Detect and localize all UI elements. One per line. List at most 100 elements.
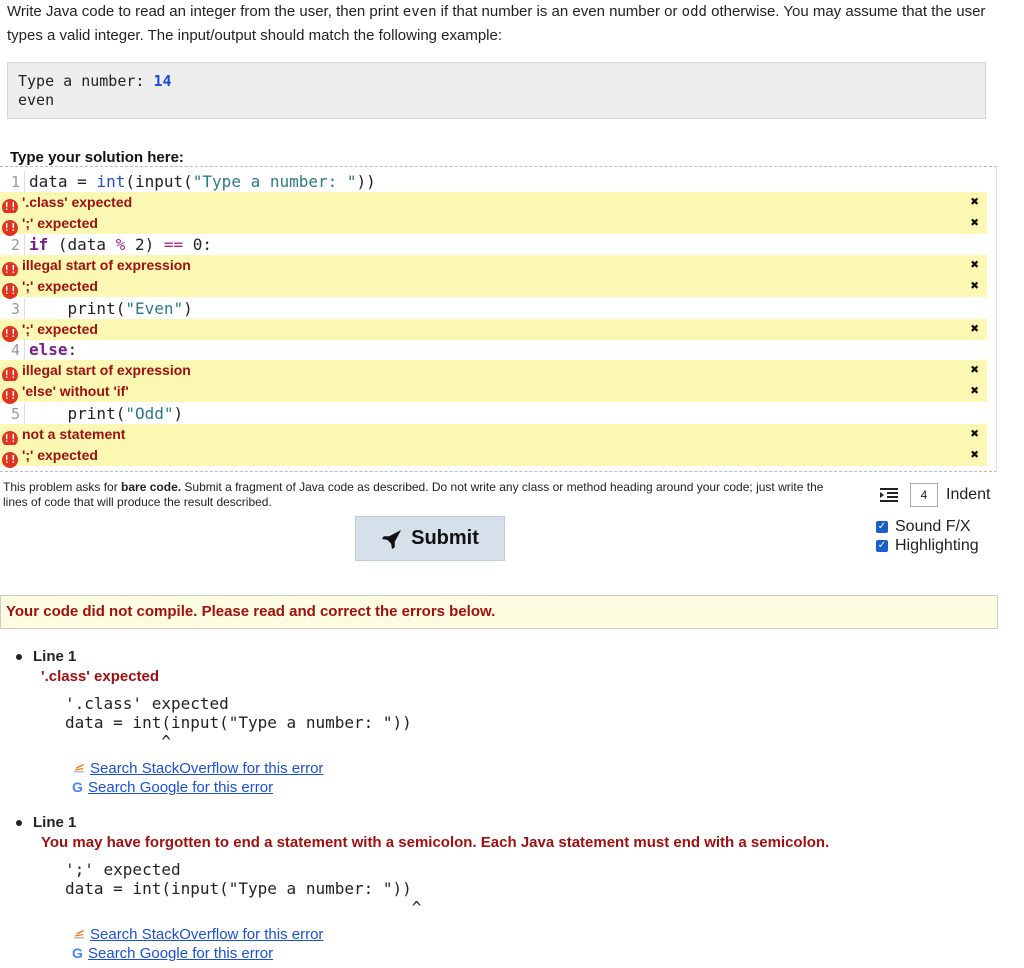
inline-error: !! ';' expected ✖ <box>0 213 987 236</box>
odd-keyword: odd <box>681 4 707 20</box>
example-prompt: Type a number: <box>18 72 154 90</box>
error-line-label: Line 1 <box>33 648 77 665</box>
example-io-box: Type a number: 14 even <box>7 62 986 119</box>
inline-error: !! illegal start of expression ✖ <box>0 360 987 383</box>
google-link-text: Search Google for this error <box>88 779 274 796</box>
code-token: 2) <box>125 235 164 254</box>
error-message: '.class' expected <box>41 668 160 685</box>
dismiss-error-icon[interactable]: ✖ <box>971 319 979 340</box>
even-keyword: even <box>402 4 437 20</box>
code-token: print( <box>29 404 126 423</box>
inline-error: !! ';' expected ✖ <box>0 445 987 468</box>
stackoverflow-icon <box>74 763 85 773</box>
rocket-icon <box>382 529 402 549</box>
dismiss-error-icon[interactable]: ✖ <box>971 192 979 213</box>
code-line[interactable]: 5 print("Odd") <box>0 403 183 425</box>
solution-label: Type your solution here: <box>10 149 184 166</box>
search-google-link[interactable]: G Search Google for this error <box>72 945 273 962</box>
bare-code-note: This problem asks for bare code. Submit … <box>3 480 843 510</box>
inline-error-text: ';' expected <box>22 447 98 463</box>
indent-icon[interactable] <box>876 484 902 506</box>
prompt-text: Write Java code to read an integer from … <box>7 3 403 20</box>
line-number: 4 <box>0 339 25 361</box>
error-icon: !! <box>2 388 18 404</box>
inline-error-text: ';' expected <box>22 215 98 231</box>
inline-error: !! not a statement ✖ <box>0 424 987 447</box>
code-token: ) <box>183 299 193 318</box>
code-line[interactable]: 4 else: <box>0 339 77 361</box>
dismiss-error-icon[interactable]: ✖ <box>971 381 979 402</box>
code-token: "Even" <box>125 299 184 318</box>
dismiss-error-icon[interactable]: ✖ <box>971 360 979 381</box>
indent-label: Indent <box>946 486 991 503</box>
code-line[interactable]: 3 print("Even") <box>0 298 193 320</box>
code-line[interactable]: 2 if (data % 2) == 0: <box>0 234 212 256</box>
error-code-snippet: '.class' expected data = int(input("Type… <box>65 694 412 751</box>
line-number: 5 <box>0 403 25 425</box>
indent-size-input[interactable]: 4 <box>910 483 938 507</box>
compile-error-banner: Your code did not compile. Please read a… <box>0 595 998 629</box>
error-icon: !! <box>2 283 18 299</box>
google-link-text: Search Google for this error <box>88 945 274 962</box>
inline-error: !! ';' expected ✖ <box>0 319 987 342</box>
error-message: You may have forgotten to end a statemen… <box>41 834 830 851</box>
inline-error-text: not a statement <box>22 426 126 442</box>
sound-fx-checkbox[interactable]: ✓ <box>876 521 888 533</box>
code-token: (data <box>48 235 116 254</box>
bullet <box>16 820 22 826</box>
inline-error-text: illegal start of expression <box>22 257 191 273</box>
code-token: : <box>67 340 78 359</box>
prompt-text: if that number is an even number or <box>436 3 682 20</box>
code-token: print( <box>29 299 126 318</box>
dismiss-error-icon[interactable]: ✖ <box>971 213 979 234</box>
code-token: data = <box>29 172 97 191</box>
code-token: int <box>96 172 126 191</box>
example-user-input: 14 <box>153 72 172 90</box>
inline-error: !!'else' without 'if' ✖ <box>0 381 987 404</box>
highlighting-option[interactable]: ✓ Highlighting <box>876 537 979 555</box>
inline-error-text: illegal start of expression <box>22 362 191 378</box>
sound-fx-label: Sound F/X <box>895 518 971 535</box>
code-token: "Odd" <box>125 404 174 423</box>
sound-fx-option[interactable]: ✓ Sound F/X <box>876 518 971 536</box>
code-token: ) <box>173 404 184 423</box>
example-output: even <box>18 91 55 109</box>
line-number: 3 <box>0 298 25 320</box>
code-token: "Type a number: " <box>192 172 357 191</box>
submit-button[interactable]: Submit <box>355 516 505 561</box>
inline-error-text: ';' expected <box>22 278 98 294</box>
error-line-label: Line 1 <box>33 814 77 831</box>
inline-error: !! '.class' expected ✖ <box>0 192 987 215</box>
code-token: if <box>29 235 49 254</box>
error-code-snippet: ';' expected data = int(input("Type a nu… <box>65 860 422 917</box>
code-token: == <box>163 235 184 254</box>
code-token: 0: <box>183 235 213 254</box>
line-number: 2 <box>0 234 25 256</box>
dismiss-error-icon[interactable]: ✖ <box>971 255 979 276</box>
code-line[interactable]: 1 data = int(input("Type a number: ")) <box>0 171 376 193</box>
submit-label: Submit <box>411 527 479 549</box>
google-icon: G <box>72 945 83 961</box>
search-google-link[interactable]: G Search Google for this error <box>72 779 273 796</box>
error-result-item: Line 1 '.class' expected '.class' expected… <box>0 648 1000 798</box>
dismiss-error-icon[interactable]: ✖ <box>971 445 979 466</box>
inline-error-text: '.class' expected <box>22 194 133 210</box>
line-number: 1 <box>0 171 25 193</box>
search-stackoverflow-link[interactable]: Search StackOverflow for this error <box>72 926 323 943</box>
code-editor[interactable]: 1 data = int(input("Type a number: "))!! '… <box>0 166 997 472</box>
error-result-item: Line 1 You may have forgotten to end a st… <box>0 814 1000 964</box>
code-token: (input( <box>125 172 193 191</box>
dismiss-error-icon[interactable]: ✖ <box>971 276 979 297</box>
note-bold: bare code. <box>121 480 182 494</box>
dismiss-error-icon[interactable]: ✖ <box>971 424 979 445</box>
inline-error-text: 'else' without 'if' <box>22 383 129 399</box>
code-token: % <box>115 235 126 254</box>
code-token: )) <box>356 172 376 191</box>
inline-error: !! ';' expected ✖ <box>0 276 987 299</box>
search-stackoverflow-link[interactable]: Search StackOverflow for this error <box>72 760 323 777</box>
highlighting-checkbox[interactable]: ✓ <box>876 540 888 552</box>
highlighting-label: Highlighting <box>895 537 979 554</box>
note-text: This problem asks for <box>3 480 122 494</box>
inline-error: !! illegal start of expression ✖ <box>0 255 987 278</box>
problem-description: Write Java code to read an integer from … <box>7 0 997 47</box>
